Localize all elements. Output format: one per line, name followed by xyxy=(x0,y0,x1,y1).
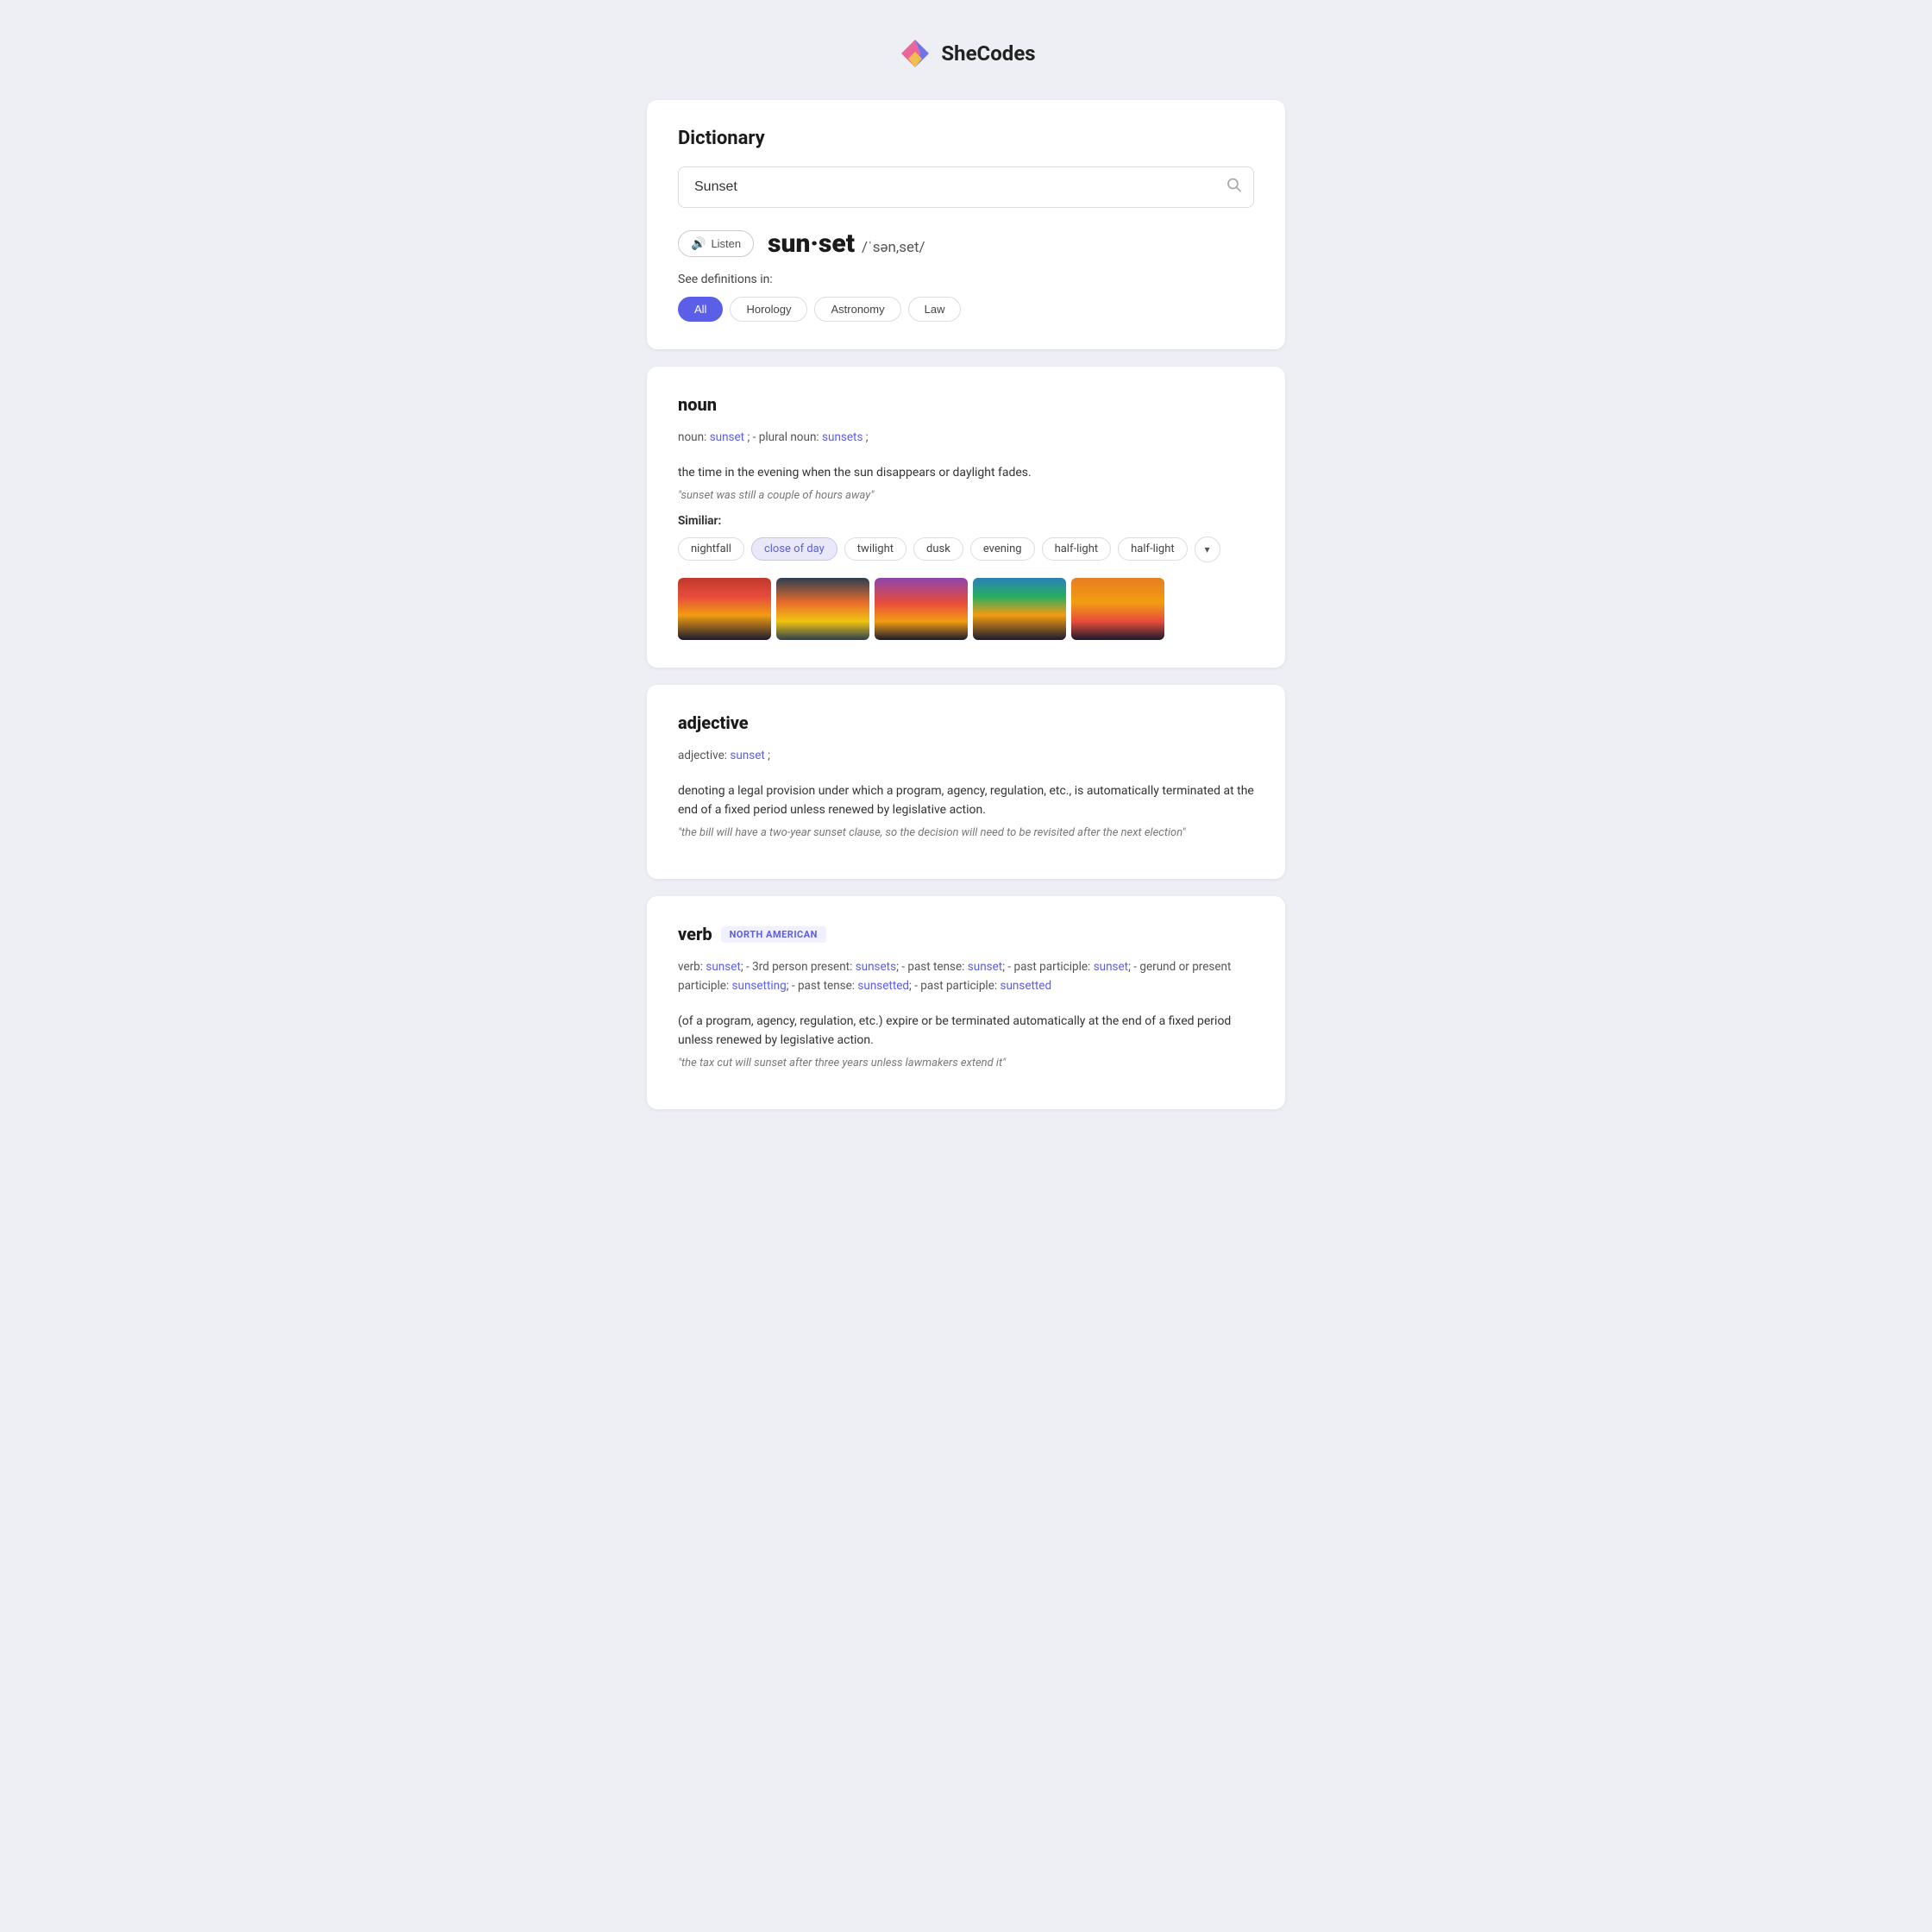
tag-half-light-1[interactable]: half-light xyxy=(1042,537,1112,561)
see-definitions-label: See definitions in: xyxy=(678,273,1254,286)
sunset-image-2 xyxy=(776,578,869,640)
listen-button[interactable]: 🔊 Listen xyxy=(678,230,754,257)
north-american-badge: NORTH AMERICAN xyxy=(721,926,826,943)
logo-icon xyxy=(896,34,934,72)
tag-half-light-2[interactable]: half-light xyxy=(1118,537,1188,561)
similiar-tags: nightfall close of day twilight dusk eve… xyxy=(678,536,1254,562)
word-display: sun·set /ˈsən,set/ xyxy=(768,229,925,259)
tag-close-of-day[interactable]: close of day xyxy=(751,537,837,561)
main-content: Dictionary 🔊 Listen sun·set /ˈsən,set/ S… xyxy=(647,100,1285,1109)
phonetic-text: /ˈsən,set/ xyxy=(862,239,925,256)
sunset-images xyxy=(678,578,1254,640)
verb-meta-sunsetted1[interactable]: sunsetted xyxy=(857,979,909,993)
more-tags-button[interactable]: ▾ xyxy=(1195,536,1220,562)
search-input[interactable] xyxy=(678,166,1254,208)
noun-meta-word[interactable]: sunset xyxy=(710,430,744,444)
tag-twilight[interactable]: twilight xyxy=(844,537,906,561)
sunset-image-4 xyxy=(973,578,1066,640)
filter-all[interactable]: All xyxy=(678,297,723,322)
noun-definition: the time in the evening when the sun dis… xyxy=(678,463,1254,482)
noun-meta-plural[interactable]: sunsets xyxy=(822,430,862,444)
verb-meta: verb: sunset; - 3rd person present: suns… xyxy=(678,958,1254,995)
noun-example: "sunset was still a couple of hours away… xyxy=(678,489,1254,502)
noun-meta-sep1: ; - plural noun: xyxy=(747,430,819,444)
verb-section: verb NORTH AMERICAN verb: sunset; - 3rd … xyxy=(647,896,1285,1109)
sunset-image-1 xyxy=(678,578,771,640)
speaker-icon: 🔊 xyxy=(691,236,706,251)
sunset-image-5 xyxy=(1071,578,1164,640)
sunset-image-3 xyxy=(875,578,968,640)
adjective-example: "the bill will have a two-year sunset cl… xyxy=(678,826,1254,839)
search-button[interactable] xyxy=(1226,178,1242,198)
verb-meta-past[interactable]: sunset xyxy=(968,960,1002,974)
verb-meta-sunsetted2[interactable]: sunsetted xyxy=(1000,979,1051,993)
adjective-meta-sep: ; xyxy=(768,749,770,762)
verb-meta-participle[interactable]: sunset xyxy=(1094,960,1128,974)
logo-text: SheCodes xyxy=(941,41,1035,66)
verb-meta-sunsetting[interactable]: sunsetting xyxy=(732,979,787,993)
noun-section: noun noun: sunset ; - plural noun: sunse… xyxy=(647,367,1285,668)
word-header: 🔊 Listen sun·set /ˈsən,set/ xyxy=(678,229,1254,259)
tag-evening[interactable]: evening xyxy=(970,537,1035,561)
noun-meta-prefix: noun: xyxy=(678,430,706,444)
adjective-title: adjective xyxy=(678,712,1254,733)
word-text: sun·set xyxy=(768,229,855,259)
verb-example: "the tax cut will sunset after three yea… xyxy=(678,1057,1254,1070)
filter-law[interactable]: Law xyxy=(908,297,962,322)
adjective-meta: adjective: sunset ; xyxy=(678,747,1254,766)
verb-title: verb xyxy=(678,924,712,944)
verb-definition: (of a program, agency, regulation, etc.)… xyxy=(678,1012,1254,1051)
verb-meta-word[interactable]: sunset xyxy=(706,960,740,974)
verb-header: verb NORTH AMERICAN xyxy=(678,924,1254,944)
tag-nightfall[interactable]: nightfall xyxy=(678,537,744,561)
similiar-label: Similiar: xyxy=(678,514,1254,528)
adjective-meta-word[interactable]: sunset xyxy=(730,749,764,762)
search-icon xyxy=(1226,178,1242,193)
noun-meta: noun: sunset ; - plural noun: sunsets ; xyxy=(678,429,1254,448)
noun-meta-sep2: ; xyxy=(866,430,869,444)
page-header: SheCodes xyxy=(17,34,1915,72)
adjective-meta-prefix: adjective: xyxy=(678,749,727,762)
dictionary-title: Dictionary xyxy=(678,128,1254,149)
filter-astronomy[interactable]: Astronomy xyxy=(814,297,900,322)
filter-horology[interactable]: Horology xyxy=(730,297,807,322)
verb-meta-sunsets[interactable]: sunsets xyxy=(856,960,896,974)
search-wrapper xyxy=(678,166,1254,208)
adjective-section: adjective adjective: sunset ; denoting a… xyxy=(647,685,1285,879)
tag-dusk[interactable]: dusk xyxy=(913,537,963,561)
logo: SheCodes xyxy=(896,34,1035,72)
noun-title: noun xyxy=(678,394,1254,415)
category-filters: All Horology Astronomy Law xyxy=(678,297,1254,322)
dictionary-card: Dictionary 🔊 Listen sun·set /ˈsən,set/ S… xyxy=(647,100,1285,349)
listen-label: Listen xyxy=(711,237,741,250)
chevron-down-icon: ▾ xyxy=(1205,543,1210,555)
adjective-definition: denoting a legal provision under which a… xyxy=(678,781,1254,820)
